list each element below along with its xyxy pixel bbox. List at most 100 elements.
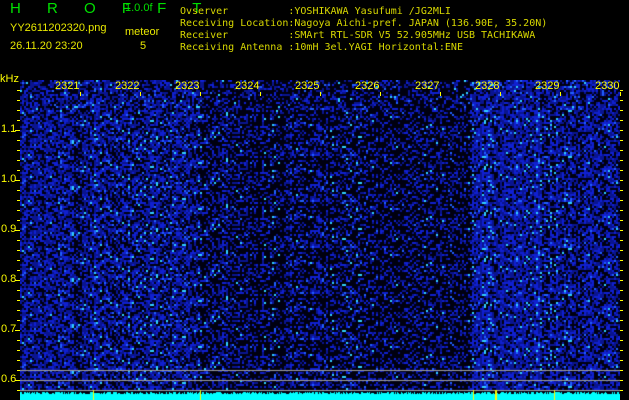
y-tick [15,130,20,131]
y-tick-right [620,130,623,131]
y-tick-label: 0.8 [1,273,17,285]
y-tick [15,230,20,231]
y-tick [17,270,20,271]
y-tick [17,250,20,251]
y-tick [17,300,20,301]
y-unit-label: kHz [0,73,19,85]
info-antenna: Receiving Antenna :10mH 3el.YAGI Horizon… [180,42,463,53]
time-tick [500,92,501,96]
y-tick-right [620,380,623,381]
version-label: 1.0.0f [125,2,153,14]
y-tick-label: 0.9 [1,223,17,235]
time-tick-label: 2327 [415,80,440,92]
y-tick [17,290,20,291]
y-tick-right [620,370,623,371]
y-tick [17,120,20,121]
y-tick-right [620,310,623,311]
mode-label: meteor [125,26,160,38]
y-tick-right [620,230,623,231]
y-tick [17,100,20,101]
y-tick [15,330,20,331]
y-tick-right [620,340,623,341]
time-tick [380,92,381,96]
filename-label: YY2611202320.png [10,22,107,34]
y-tick-right [620,210,623,211]
time-tick-label: 2325 [295,80,320,92]
info-receiver: Receiver :SMArt RTL-SDR V5 52.905MHz USB… [180,30,536,41]
y-tick [17,360,20,361]
time-tick-label: 2321 [55,80,80,92]
time-tick [320,92,321,96]
y-tick [17,340,20,341]
y-tick-label: 1.0 [1,173,17,185]
y-tick-right [620,250,623,251]
time-tick-label: 2326 [355,80,380,92]
y-tick [17,350,20,351]
time-tick-label: 2329 [535,80,560,92]
waterfall-spectrogram [20,80,620,400]
y-tick-label: 0.6 [1,373,17,385]
y-tick [17,110,20,111]
y-tick-right [620,100,623,101]
y-tick [15,280,20,281]
time-tick [80,92,81,96]
y-tick [15,180,20,181]
y-tick-right [620,320,623,321]
y-tick-right [620,160,623,161]
y-tick-right [620,260,623,261]
y-tick-label: 1.1 [1,123,17,135]
y-tick-right [620,190,623,191]
y-tick-right [620,280,623,281]
y-tick-right [620,290,623,291]
time-tick-label: 2323 [175,80,200,92]
y-tick [17,150,20,151]
y-tick [17,160,20,161]
info-observer: Ovserver :YOSHIKAWA Yasufumi /JG2MLI [180,6,451,17]
time-tick-label: 2322 [115,80,140,92]
y-tick [17,390,20,391]
y-tick [17,240,20,241]
y-tick-right [620,200,623,201]
y-tick [17,210,20,211]
info-location: Receiving Location:Nagoya Aichi-pref. JA… [180,18,548,29]
y-tick [17,260,20,261]
y-tick-label: 0.7 [1,323,17,335]
y-tick [17,370,20,371]
y-tick-right [620,330,623,331]
y-tick-right [620,120,623,121]
y-tick [17,200,20,201]
time-tick [140,92,141,96]
y-tick-right [620,270,623,271]
y-tick-right [620,300,623,301]
time-tick-label: 2330 [595,80,620,92]
meteor-count: 5 [140,40,147,52]
time-tick [260,92,261,96]
y-tick-right [620,390,623,391]
y-tick-right [620,110,623,111]
y-tick-right [620,240,623,241]
y-tick [17,140,20,141]
time-tick [620,92,621,96]
time-tick [560,92,561,96]
station-info: Ovserver :YOSHIKAWA Yasufumi /JG2MLI Rec… [180,0,620,60]
time-tick [440,92,441,96]
y-tick [15,380,20,381]
y-tick [17,310,20,311]
y-tick-right [620,350,623,351]
y-tick [17,220,20,221]
y-tick [17,90,20,91]
time-tick [200,92,201,96]
datetime-label: 26.11.20 23:20 [10,40,83,52]
y-tick-right [620,360,623,361]
time-tick-label: 2328 [475,80,500,92]
y-tick [17,320,20,321]
y-tick [17,190,20,191]
y-tick-right [620,170,623,171]
y-tick-right [620,90,623,91]
y-tick-right [620,180,623,181]
y-tick-right [620,150,623,151]
y-tick [17,170,20,171]
y-tick-right [620,220,623,221]
y-tick-right [620,140,623,141]
time-tick-label: 2324 [235,80,260,92]
